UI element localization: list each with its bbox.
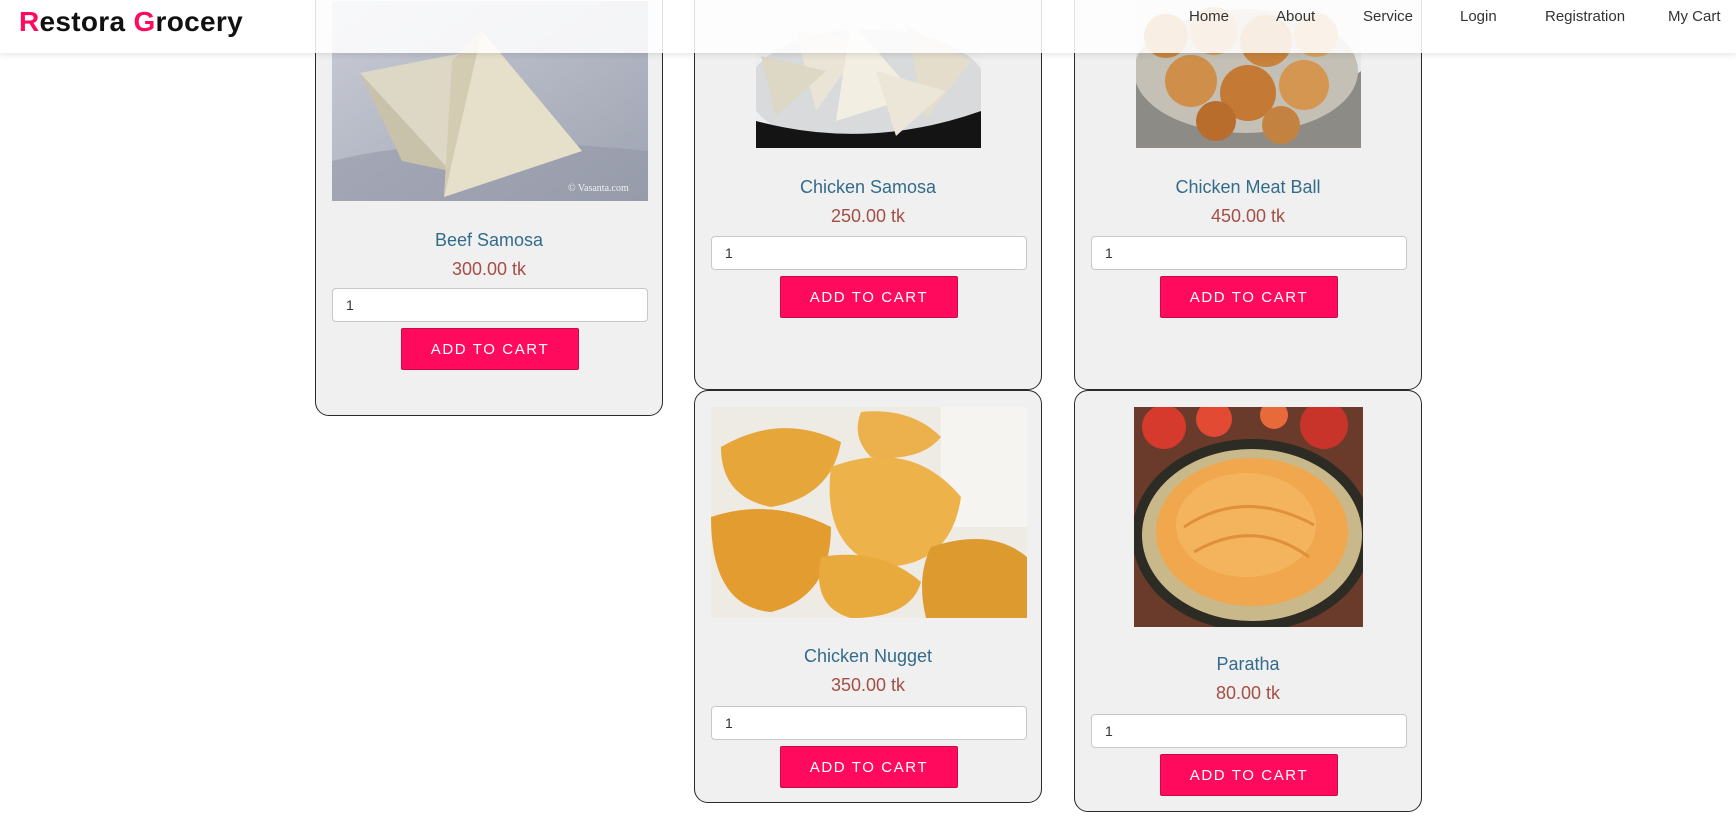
add-to-cart-button[interactable]: ADD TO CART xyxy=(780,276,958,318)
quantity-input[interactable] xyxy=(1091,236,1407,270)
quantity-input[interactable] xyxy=(1091,714,1407,748)
product-price: 80.00 tk xyxy=(1215,683,1281,703)
quantity-input[interactable] xyxy=(332,288,648,322)
product-price: 300.00 tk xyxy=(451,259,527,279)
site-logo[interactable]: Restora Grocery xyxy=(19,5,243,39)
product-name[interactable]: Chicken Meat Ball xyxy=(1075,176,1421,198)
product-name[interactable]: Paratha xyxy=(1075,653,1421,675)
add-to-cart-button[interactable]: ADD TO CART xyxy=(780,746,958,788)
logo-initial-r: R xyxy=(19,6,40,37)
logo-text-rocery: rocery xyxy=(155,6,243,37)
product-card: © Vasanta.com Beef Samosa 300.00 tk ADD … xyxy=(315,0,663,416)
nav-about-link[interactable]: About xyxy=(1276,8,1315,26)
top-navbar: Restora Grocery Home About Service Login… xyxy=(0,0,1736,53)
nav-service-link[interactable]: Service xyxy=(1363,8,1413,26)
chicken-nugget-photo xyxy=(711,407,1027,618)
product-image xyxy=(1134,407,1363,627)
nav-home-link[interactable]: Home xyxy=(1189,8,1229,26)
product-card: Paratha 80.00 tk ADD TO CART xyxy=(1074,390,1422,812)
nav-login-link[interactable]: Login xyxy=(1460,8,1497,26)
logo-text-estora: estora xyxy=(39,6,134,37)
product-image xyxy=(711,407,1027,618)
quantity-input[interactable] xyxy=(711,706,1027,740)
paratha-photo xyxy=(1134,407,1363,627)
product-card: Chicken Samosa 250.00 tk ADD TO CART xyxy=(694,0,1042,390)
product-price: 250.00 tk xyxy=(830,206,906,226)
product-name[interactable]: Beef Samosa xyxy=(316,229,662,251)
product-name[interactable]: Chicken Samosa xyxy=(695,176,1041,198)
add-to-cart-button[interactable]: ADD TO CART xyxy=(1160,754,1338,796)
product-card: Chicken Nugget 350.00 tk ADD TO CART xyxy=(694,390,1042,803)
product-price: 350.00 tk xyxy=(830,675,906,695)
logo-initial-g: G xyxy=(133,6,156,37)
add-to-cart-button[interactable]: ADD TO CART xyxy=(401,328,579,370)
product-card: Chicken Meat Ball 450.00 tk ADD TO CART xyxy=(1074,0,1422,390)
product-price: 450.00 tk xyxy=(1210,206,1286,226)
svg-text:© Vasanta.com: © Vasanta.com xyxy=(568,183,629,194)
add-to-cart-button[interactable]: ADD TO CART xyxy=(1160,276,1338,318)
quantity-input[interactable] xyxy=(711,236,1027,270)
nav-registration-link[interactable]: Registration xyxy=(1545,8,1625,26)
nav-my-cart-link[interactable]: My Cart xyxy=(1668,8,1721,26)
product-name[interactable]: Chicken Nugget xyxy=(695,645,1041,667)
